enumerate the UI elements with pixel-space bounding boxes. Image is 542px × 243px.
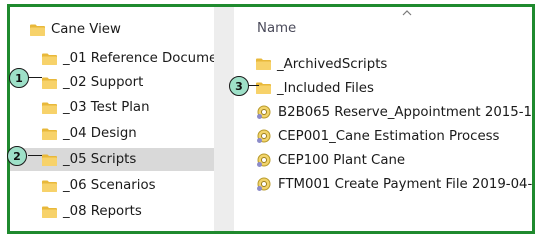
- folder-icon: [42, 77, 57, 89]
- folder-icon: [42, 180, 57, 192]
- nav-item-08-reports[interactable]: _08 Reports: [10, 200, 214, 223]
- file-row-ftm001[interactable]: FTM001 Create Payment File 2019-04-09v: [256, 173, 535, 195]
- file-name: FTM001 Create Payment File 2019-04-09v: [278, 176, 535, 192]
- file-name: CEP100 Plant Cane: [278, 152, 406, 168]
- nav-item-label: _01 Reference Documents: [63, 51, 238, 66]
- file-name: _ArchivedScripts: [277, 56, 388, 72]
- callout-1-badge: 1: [9, 68, 29, 88]
- nav-item-06-scenarios[interactable]: _06 Scenarios: [10, 174, 214, 197]
- nav-item-label: _08 Reports: [63, 204, 142, 219]
- callout-2-badge: 2: [7, 146, 27, 166]
- explorer-window-frame: Cane View _01 Reference Documents _02 Su…: [7, 4, 535, 234]
- nav-item-label: _04 Design: [63, 126, 137, 141]
- chevron-up-icon[interactable]: [402, 9, 412, 17]
- file-row-cep001[interactable]: CEP001_Cane Estimation Process: [256, 125, 499, 147]
- column-header-name[interactable]: Name: [257, 21, 296, 36]
- nav-item-03-test-plan[interactable]: _03 Test Plan: [10, 96, 214, 119]
- folder-icon: [42, 128, 57, 140]
- folder-icon: [42, 206, 57, 218]
- nav-item-label: _02 Support: [63, 75, 144, 90]
- file-row-included-files[interactable]: _Included Files: [256, 77, 374, 99]
- nav-item-label: Cane View: [51, 22, 121, 37]
- script-icon: [256, 176, 272, 192]
- script-icon: [256, 128, 272, 144]
- folder-icon: [30, 24, 45, 36]
- nav-item-label: _06 Scenarios: [63, 178, 156, 193]
- nav-item-label: _03 Test Plan: [63, 100, 150, 115]
- folder-icon: [256, 82, 271, 94]
- script-icon: [256, 104, 272, 120]
- nav-item-02-support[interactable]: _02 Support: [10, 71, 214, 94]
- file-row-archivedscripts[interactable]: _ArchivedScripts: [256, 53, 387, 75]
- callout-2-leader: [28, 155, 42, 156]
- folder-icon: [42, 102, 57, 114]
- folder-icon: [42, 53, 57, 65]
- pane-splitter[interactable]: [214, 7, 234, 231]
- nav-item-05-scripts[interactable]: _05 Scripts: [10, 148, 214, 171]
- nav-item-label: _05 Scripts: [63, 152, 137, 167]
- file-name: B2B065 Reserve_Appointment 2015-12-20a: [278, 104, 532, 120]
- file-name: CEP001_Cane Estimation Process: [278, 128, 500, 144]
- nav-item-cane-view[interactable]: Cane View: [10, 18, 214, 41]
- nav-item-04-design[interactable]: _04 Design: [10, 122, 214, 145]
- file-list-pane: Name _ArchivedScripts _Included Files B2…: [234, 7, 532, 231]
- nav-item-01-reference-documents[interactable]: _01 Reference Documents: [10, 47, 238, 70]
- script-icon: [256, 152, 272, 168]
- navigation-pane: Cane View _01 Reference Documents _02 Su…: [10, 7, 238, 231]
- folder-icon: [256, 58, 271, 70]
- file-row-cep100[interactable]: CEP100 Plant Cane: [256, 149, 405, 171]
- callout-1-leader: [28, 77, 42, 78]
- file-row-b2b065[interactable]: B2B065 Reserve_Appointment 2015-12-20a: [256, 101, 532, 123]
- file-name: _Included Files: [277, 80, 374, 96]
- folder-icon: [42, 154, 57, 166]
- callout-3-badge: 3: [229, 76, 249, 96]
